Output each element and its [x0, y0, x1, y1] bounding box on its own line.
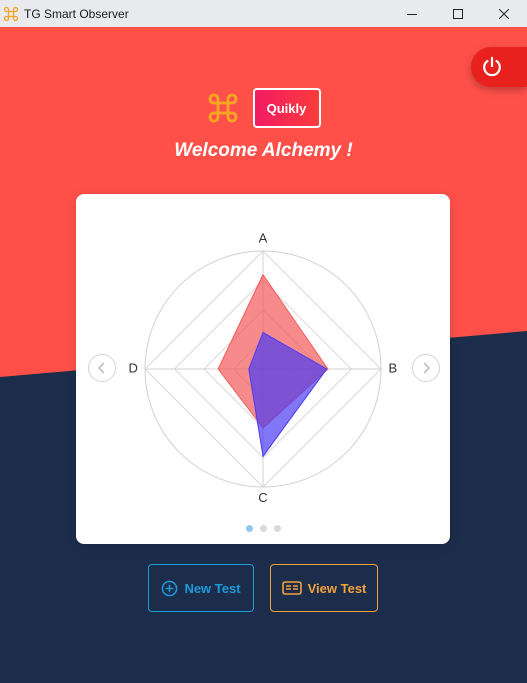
new-test-label: New Test — [184, 580, 241, 596]
maximize-button[interactable] — [435, 0, 481, 27]
carousel-next-button[interactable] — [412, 354, 440, 382]
title-bar: TG Smart Observer — [0, 0, 527, 28]
view-test-label: View Test — [307, 580, 367, 596]
radar-axis-label: B — [388, 360, 397, 375]
brand-badge: Quikly — [252, 88, 321, 128]
close-icon — [499, 8, 509, 19]
radar-axis-label: C — [258, 490, 267, 505]
close-button[interactable] — [481, 0, 527, 27]
carousel-dot-3[interactable] — [273, 525, 281, 532]
view-test-button[interactable]: View Test — [270, 564, 378, 612]
plus-circle-icon — [162, 580, 178, 596]
command-icon — [208, 93, 237, 123]
carousel-prev-button[interactable] — [88, 354, 116, 382]
action-buttons: New Test View Test — [148, 564, 378, 612]
carousel-dots — [76, 525, 450, 532]
carousel-dot-2[interactable] — [259, 525, 267, 532]
new-test-button[interactable]: New Test — [148, 564, 254, 612]
radar-axis-label: D — [129, 360, 138, 375]
app-icon — [3, 6, 19, 21]
chevron-right-icon — [423, 362, 430, 374]
power-button[interactable] — [471, 47, 527, 87]
chart-card: A B C D — [76, 194, 450, 544]
ticket-icon — [281, 581, 302, 595]
carousel-dot-1[interactable] — [245, 525, 253, 532]
radar-chart: A B C D — [129, 231, 398, 506]
maximize-icon — [453, 8, 463, 19]
minimize-button[interactable] — [389, 0, 435, 27]
radar-axis-label: A — [259, 231, 268, 246]
brand-header: Quikly — [0, 88, 527, 128]
minimize-icon — [407, 13, 417, 15]
power-icon — [483, 56, 501, 77]
window-title: TG Smart Observer — [24, 6, 129, 21]
welcome-message: Welcome Alchemy ! — [174, 140, 353, 161]
chevron-left-icon — [98, 362, 105, 374]
